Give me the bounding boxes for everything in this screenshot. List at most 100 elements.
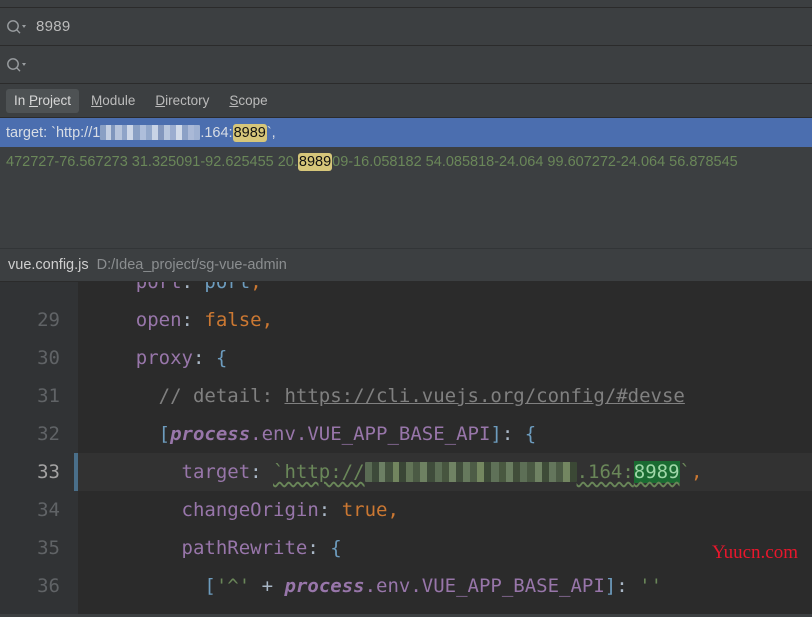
code-line-current[interactable]: 33 target: `http:// .164:8989`, [0,453,812,491]
code-line[interactable]: 32 [process.env.VUE_APP_BASE_API]: { [0,415,812,453]
scope-tab-in-project[interactable]: In Project [6,88,80,113]
current-line-marker [74,453,78,491]
scope-tab-mnemonic: D [155,92,166,108]
scope-tab-label: In [14,92,30,108]
code-line[interactable]: 31 // detail: https://cli.vuejs.org/conf… [0,377,812,415]
code-token: + [250,575,285,597]
result-match-highlight: 8989 [232,123,267,142]
scope-tab-scope[interactable]: Scope [221,89,275,113]
code-token: , [250,282,262,293]
scope-tab-bar: In Project Module Directory Scope [0,84,812,118]
code-preview[interactable]: port: port, 29 open: false, 30 proxy: {31 … [0,282,812,614]
redacted-ip [364,462,577,482]
code-token: : [307,537,331,559]
code-token: { [524,423,537,445]
scope-tab-module[interactable]: Module [83,89,143,113]
code-token: https://cli.vuejs.org/config/#devse [284,385,685,407]
result-middle: .164: [200,124,233,141]
code-line-text: target: `http:// .164:8989`, [0,453,702,491]
result-match-highlight: 8989 [297,152,333,171]
code-token: , [387,499,399,521]
scope-tab-label: odule [102,92,136,108]
code-token: true [341,499,388,521]
code-token: { [215,347,228,369]
code-token: changeOrigin [181,499,319,521]
code-token: ] [490,423,502,445]
scope-tab-directory[interactable]: Directory [147,89,217,113]
find-in-path-dialog: In ProjectModuleDirectoryScope target: `… [0,0,812,617]
search-icon[interactable] [6,16,30,38]
code-token: : [192,347,216,369]
code-token: : [181,282,205,293]
result-row[interactable]: 472727-76.567273 31.325091-92.625455 20.… [0,147,812,176]
code-line-text: [process.env.VUE_APP_BASE_API]: { [0,415,537,453]
search-query-row[interactable] [0,8,812,46]
code-token: } [182,613,193,614]
file-mask-row[interactable] [0,46,812,84]
code-token: : [318,499,342,521]
code-line[interactable]: 34 changeOrigin: true, [0,491,812,529]
code-line[interactable]: } [0,605,812,614]
scope-tab-label: irectory [165,92,210,108]
redacted-ip [100,125,201,140]
file-name-label: vue.config.js [8,257,89,273]
code-token: port [204,282,251,293]
code-token: .env.VUE_APP_BASE_API [364,575,605,597]
file-header-bar[interactable]: vue.config.js D:/Idea_project/sg-vue-adm… [0,248,812,282]
code-token: target [181,461,251,483]
code-token: ` [679,461,691,483]
code-token: [ [204,575,216,597]
result-prefix: target: `http://1 [6,124,101,141]
code-token: port [135,282,182,293]
scope-tab-mnemonic: P [29,92,39,108]
result-suffix: 09-16.058182 54.085818-24.064 99.607272-… [332,153,738,170]
code-token: : [181,309,205,331]
code-token: : [616,575,640,597]
code-token: : [501,423,525,445]
file-mask-input[interactable] [36,46,812,83]
line-number: 32 [37,423,60,445]
code-token: 8989 [633,461,680,483]
code-token: `http:// [273,461,365,483]
chevron-down-icon [22,24,26,28]
line-number: 30 [37,347,60,369]
code-token: proxy [135,347,193,369]
code-token: , [261,309,274,331]
code-token: .164: [576,461,634,483]
results-filler [0,176,812,248]
code-token: .env.VUE_APP_BASE_API [250,423,491,445]
code-line-text: // detail: https://cli.vuejs.org/config/… [0,377,685,415]
line-number: 33 [37,461,60,483]
code-token: false [204,309,262,331]
code-line[interactable]: port: port, [0,282,812,301]
file-mask-search-icon[interactable] [6,54,30,76]
result-row[interactable]: target: `http://1 .164: 8989 `, [0,118,812,147]
file-path-label: D:/Idea_project/sg-vue-admin [96,257,287,273]
code-token: '' [639,575,663,597]
chevron-down-icon [22,62,26,66]
code-token: : [250,461,274,483]
code-line[interactable]: 36 ['^' + process.env.VUE_APP_BASE_API]:… [0,567,812,605]
code-token: { [330,537,342,559]
code-line[interactable]: 30 proxy: { [0,339,812,377]
code-line[interactable]: 35 pathRewrite: { [0,529,812,567]
code-token: pathRewrite [181,537,308,559]
line-number: 29 [37,309,60,331]
code-token: process [170,423,251,445]
results-list: target: `http://1.164: 8989 `, 472727-76.56… [0,118,812,176]
search-input[interactable] [36,8,812,45]
code-lines: port: port, 29 open: false, 30 proxy: {31 … [0,282,812,614]
code-line-text: ['^' + process.env.VUE_APP_BASE_API]: '' [0,567,662,605]
dialog-top-strip [0,0,812,8]
scope-tab-mnemonic: M [91,92,103,108]
code-token: // detail: [158,385,285,407]
code-line[interactable]: 29 open: false, [0,301,812,339]
